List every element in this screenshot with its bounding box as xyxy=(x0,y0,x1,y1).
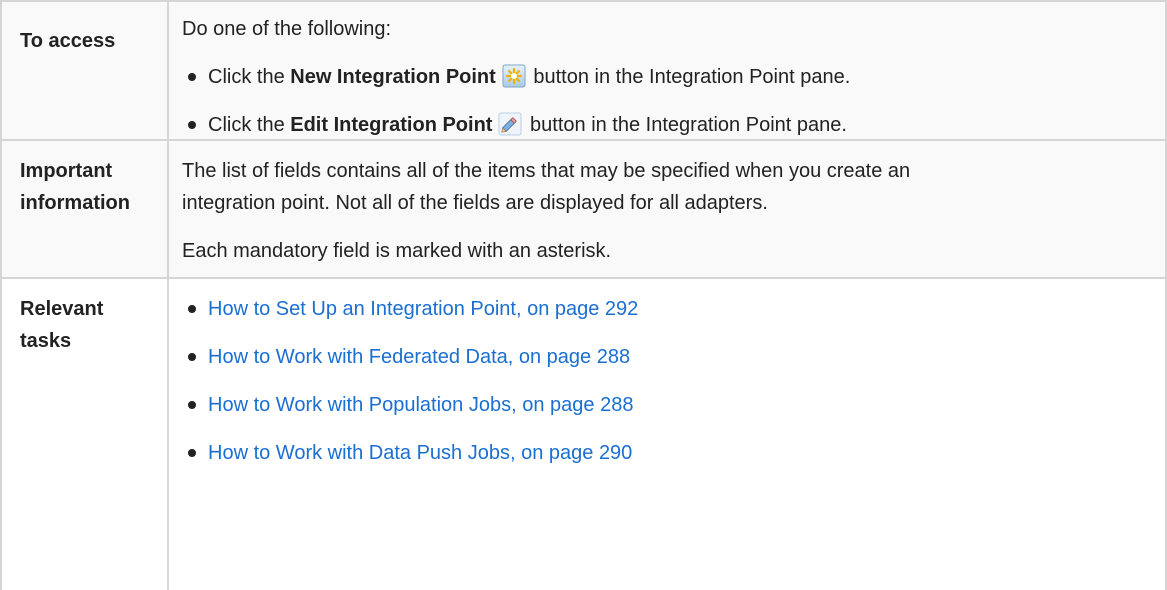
bullet-icon xyxy=(188,449,196,457)
info-paragraph-line2: integration point. Not all of the fields… xyxy=(182,192,768,214)
list-item: How to Work with Population Jobs, on pag… xyxy=(182,391,1165,419)
task-link[interactable]: How to Work with Federated Data, on page… xyxy=(208,343,630,371)
bullet-icon xyxy=(188,401,196,409)
info-table: To access Do one of the following: Click… xyxy=(0,0,1167,590)
row-content-cell: The list of fields contains all of the i… xyxy=(167,139,1167,279)
row-label-cell: Important information xyxy=(0,139,169,279)
row-label-line2: tasks xyxy=(20,330,72,352)
edit-pencil-icon[interactable] xyxy=(498,112,522,136)
bullet-icon xyxy=(188,305,196,313)
bullet-icon xyxy=(188,353,196,361)
list-item: Click the New Integration Point button i… xyxy=(182,63,1165,91)
bullet-icon xyxy=(188,73,196,81)
item-suffix-text: button in the Integration Point pane. xyxy=(524,114,847,136)
list-item: How to Set Up an Integration Point, on p… xyxy=(182,295,1165,323)
row-label-cell: Relevant tasks xyxy=(0,277,169,590)
list-item-text: Click the New Integration Point button i… xyxy=(208,63,850,91)
table-row-relevant-tasks: Relevant tasks How to Set Up an Integrat… xyxy=(0,277,1167,590)
item-prefix-text: Click the xyxy=(208,114,291,136)
list-item: How to Work with Data Push Jobs, on page… xyxy=(182,439,1165,467)
list-item: Click the Edit Integration Point button … xyxy=(182,111,1165,139)
row-label-line1: Relevant xyxy=(20,298,104,320)
item-bold-text: Edit Integration Point xyxy=(290,114,493,136)
row-content-cell: How to Set Up an Integration Point, on p… xyxy=(167,277,1167,590)
list-item-text: Click the Edit Integration Point button … xyxy=(208,111,847,139)
task-link[interactable]: How to Work with Data Push Jobs, on page… xyxy=(208,439,632,467)
item-prefix-text: Click the xyxy=(208,66,291,88)
bullet-icon xyxy=(188,121,196,129)
new-integration-point-icon[interactable] xyxy=(502,64,526,88)
row-label-cell: To access xyxy=(0,0,169,141)
row-content-cell: Do one of the following: Click the New I… xyxy=(167,0,1167,141)
item-bold-text: New Integration Point xyxy=(290,66,496,88)
access-intro-text: Do one of the following: xyxy=(182,18,392,40)
task-link[interactable]: How to Set Up an Integration Point, on p… xyxy=(208,295,638,323)
task-link[interactable]: How to Work with Population Jobs, on pag… xyxy=(208,391,633,419)
info-paragraph-line1: The list of fields contains all of the i… xyxy=(182,160,911,182)
info-paragraph-2: Each mandatory field is marked with an a… xyxy=(182,240,612,262)
row-label-line2: information xyxy=(20,192,130,214)
row-label-line1: Important xyxy=(20,160,113,182)
row-label: To access xyxy=(20,30,116,52)
list-item: How to Work with Federated Data, on page… xyxy=(182,343,1165,371)
table-row-important-information: Important information The list of fields… xyxy=(0,139,1167,279)
table-row-to-access: To access Do one of the following: Click… xyxy=(0,0,1167,141)
item-suffix-text: button in the Integration Point pane. xyxy=(527,66,851,88)
